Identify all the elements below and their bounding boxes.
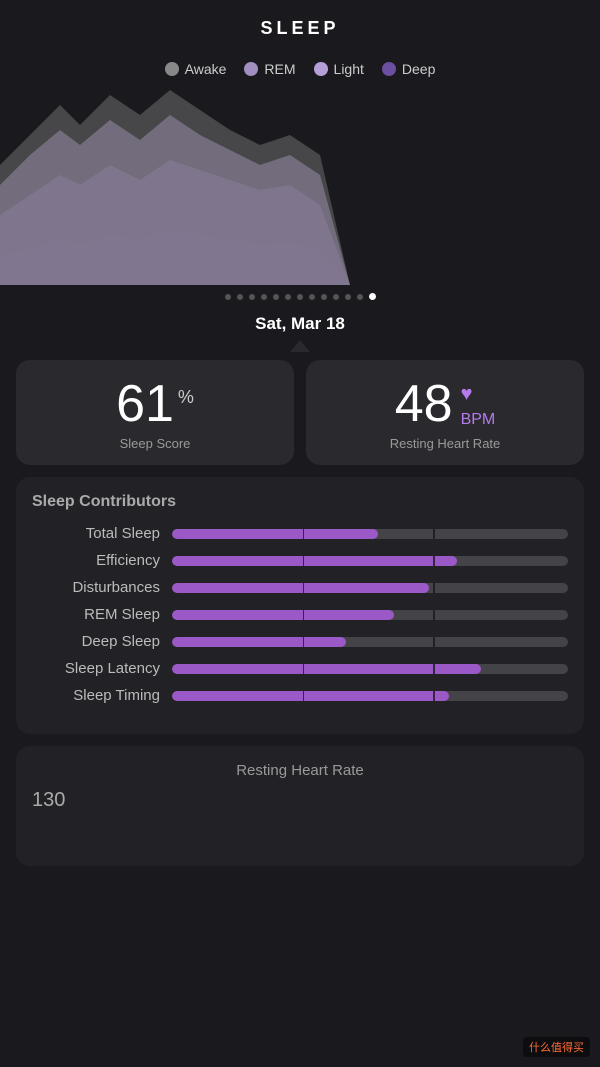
dot-9 bbox=[321, 294, 327, 300]
bar-label: Total Sleep bbox=[32, 525, 172, 542]
legend-light: Light bbox=[314, 61, 364, 77]
bar-fill bbox=[172, 637, 346, 647]
dot-11 bbox=[345, 294, 351, 300]
bar-row: Deep Sleep bbox=[32, 633, 568, 650]
bar-row: Sleep Timing bbox=[32, 687, 568, 704]
dot-4 bbox=[261, 294, 267, 300]
legend-awake-label: Awake bbox=[185, 61, 227, 77]
dot-10 bbox=[333, 294, 339, 300]
legend-deep: Deep bbox=[382, 61, 435, 77]
dot-12 bbox=[357, 294, 363, 300]
sleep-legend: Awake REM Light Deep bbox=[0, 51, 600, 85]
bar-track bbox=[172, 691, 568, 701]
bar-track bbox=[172, 610, 568, 620]
light-dot bbox=[314, 62, 328, 76]
bar-fill bbox=[172, 691, 449, 701]
dot-8 bbox=[309, 294, 315, 300]
heart-rate-label: Resting Heart Rate bbox=[322, 436, 568, 451]
heart-rate-section: Resting Heart Rate 130 bbox=[16, 746, 584, 866]
bar-track bbox=[172, 556, 568, 566]
legend-rem-label: REM bbox=[264, 61, 295, 77]
sleep-chart-svg bbox=[0, 85, 600, 285]
heart-rate-chart-value: 130 bbox=[32, 789, 568, 812]
arrow-up-icon bbox=[290, 340, 310, 352]
resting-heart-rate-card[interactable]: 48 ♥ BPM Resting Heart Rate bbox=[306, 360, 584, 465]
tick-line bbox=[433, 583, 435, 593]
dot-1 bbox=[225, 294, 231, 300]
awake-dot bbox=[165, 62, 179, 76]
contributors-title: Sleep Contributors bbox=[32, 493, 568, 511]
heart-rate-number: 48 bbox=[395, 378, 453, 430]
tick-line bbox=[433, 529, 435, 539]
bar-label: REM Sleep bbox=[32, 606, 172, 623]
bar-fill bbox=[172, 610, 394, 620]
legend-rem: REM bbox=[244, 61, 295, 77]
page-title: SLEEP bbox=[0, 0, 600, 51]
watermark: 什么值得买 bbox=[523, 1037, 590, 1057]
sleep-score-label: Sleep Score bbox=[32, 436, 278, 451]
dot-5 bbox=[273, 294, 279, 300]
bar-label: Deep Sleep bbox=[32, 633, 172, 650]
dot-13 bbox=[369, 293, 376, 300]
bar-row: Sleep Latency bbox=[32, 660, 568, 677]
sleep-score-number: 61 bbox=[116, 378, 174, 430]
bar-fill bbox=[172, 583, 429, 593]
bar-row: Disturbances bbox=[32, 579, 568, 596]
contributors-bars: Total Sleep Efficiency Disturbances REM Sle… bbox=[32, 525, 568, 704]
tick-line bbox=[433, 637, 435, 647]
heart-rate-chart-title: Resting Heart Rate bbox=[32, 762, 568, 779]
contributors-section: Sleep Contributors Total Sleep Efficiency… bbox=[16, 477, 584, 734]
date-label: Sat, Mar 18 bbox=[255, 314, 345, 333]
sleep-chart[interactable] bbox=[0, 85, 600, 285]
dot-2 bbox=[237, 294, 243, 300]
bar-label: Efficiency bbox=[32, 552, 172, 569]
bar-fill bbox=[172, 529, 378, 539]
date-section: Sat, Mar 18 bbox=[0, 308, 600, 356]
bar-label: Sleep Timing bbox=[32, 687, 172, 704]
bar-row: REM Sleep bbox=[32, 606, 568, 623]
tick-line bbox=[433, 610, 435, 620]
bar-fill bbox=[172, 664, 481, 674]
bar-track bbox=[172, 664, 568, 674]
bar-fill bbox=[172, 556, 457, 566]
heart-icon: ♥ bbox=[461, 384, 473, 404]
bar-track bbox=[172, 583, 568, 593]
dot-3 bbox=[249, 294, 255, 300]
legend-deep-label: Deep bbox=[402, 61, 435, 77]
legend-awake: Awake bbox=[165, 61, 227, 77]
bar-track bbox=[172, 529, 568, 539]
deep-dot bbox=[382, 62, 396, 76]
bar-track bbox=[172, 637, 568, 647]
dot-7 bbox=[297, 294, 303, 300]
bar-label: Disturbances bbox=[32, 579, 172, 596]
heart-rate-value-group: 48 ♥ BPM bbox=[322, 378, 568, 430]
rem-dot bbox=[244, 62, 258, 76]
sleep-score-unit: % bbox=[178, 388, 194, 406]
bar-label: Sleep Latency bbox=[32, 660, 172, 677]
pagination-dots bbox=[0, 285, 600, 308]
legend-light-label: Light bbox=[334, 61, 364, 77]
bpm-label: BPM bbox=[461, 412, 496, 428]
dot-6 bbox=[285, 294, 291, 300]
sleep-score-value: 61% bbox=[32, 378, 278, 430]
stats-row: 61% Sleep Score 48 ♥ BPM Resting Heart R… bbox=[0, 356, 600, 477]
bar-row: Efficiency bbox=[32, 552, 568, 569]
bar-row: Total Sleep bbox=[32, 525, 568, 542]
sleep-score-card[interactable]: 61% Sleep Score bbox=[16, 360, 294, 465]
